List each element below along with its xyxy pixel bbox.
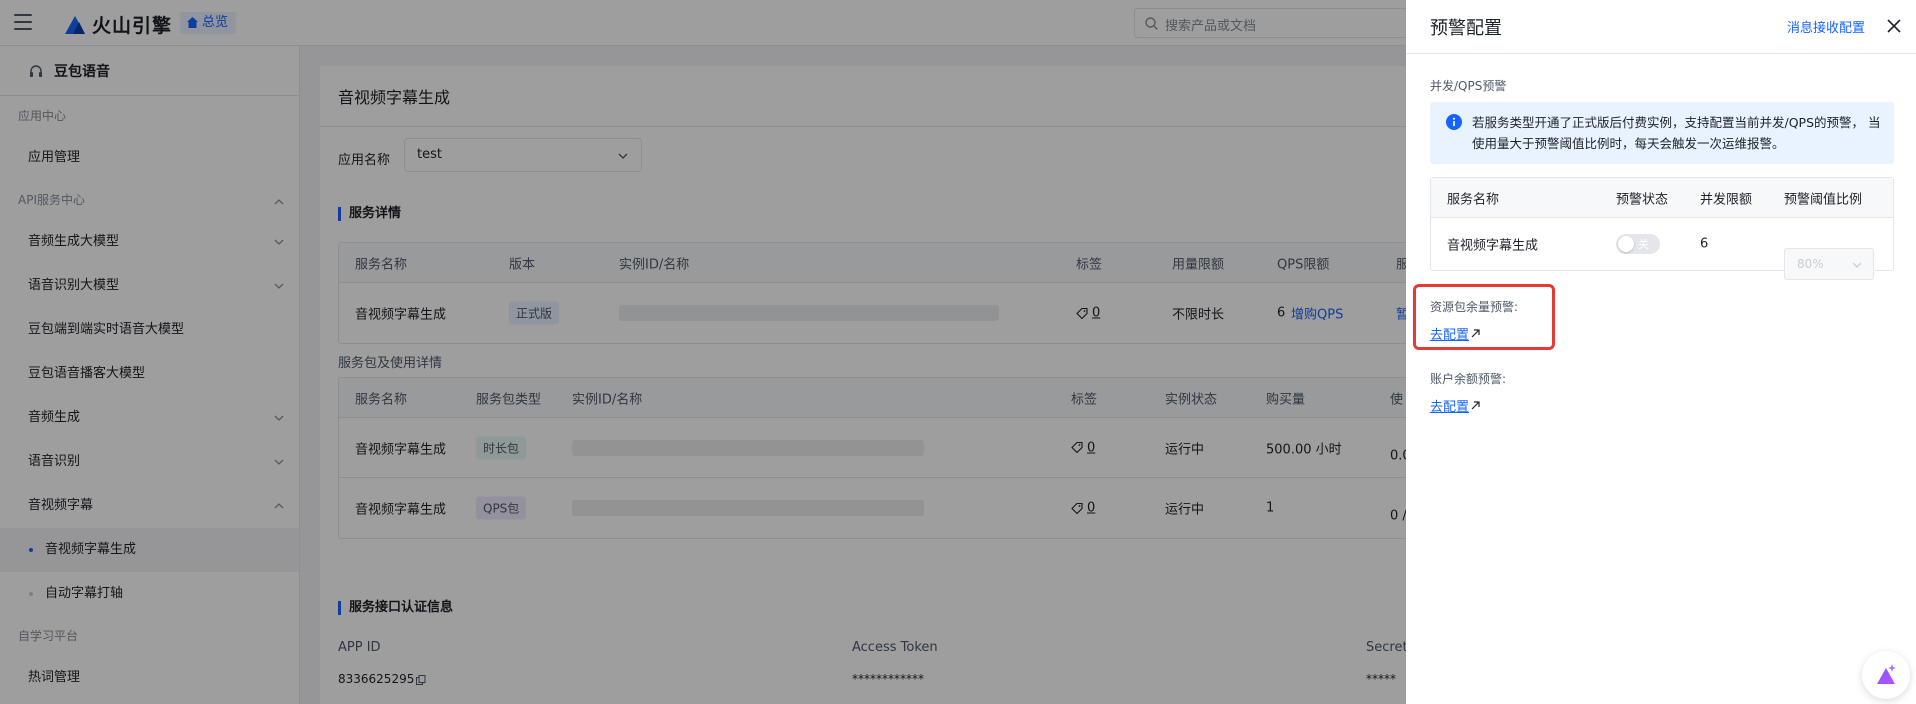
info-alert: 若服务类型开通了正式版后付费实例，支持配置当前并发/QPS的预警， 当使用量大于… <box>1430 102 1894 164</box>
highlight-box <box>1413 284 1555 350</box>
chevron-down-icon <box>1852 262 1862 268</box>
ai-assistant-icon <box>1877 664 1896 684</box>
toggle-label: 关 <box>1638 238 1649 251</box>
toggle-knob <box>1618 236 1634 252</box>
col-limit: 并发限额 <box>1700 192 1753 207</box>
col-threshold: 预警阈值比例 <box>1784 192 1863 207</box>
external-link-icon <box>1471 401 1480 410</box>
qps-section-title: 并发/QPS预警 <box>1430 79 1507 93</box>
info-icon <box>1446 114 1462 130</box>
account-config-link[interactable]: 去配置 <box>1430 396 1480 415</box>
threshold-value: 80% <box>1797 257 1824 271</box>
message-config-link[interactable]: 消息接收配置 <box>1787 17 1865 36</box>
drawer-header: 预警配置 消息接收配置 <box>1406 0 1916 54</box>
threshold-select[interactable]: 80% <box>1784 248 1874 280</box>
info-text: 若服务类型开通了正式版后付费实例，支持配置当前并发/QPS的预警， 当使用量大于… <box>1472 115 1881 151</box>
close-icon[interactable] <box>1886 18 1902 34</box>
qps-alert-table: 服务名称 预警状态 并发限额 预警阈值比例 音视频字幕生成 关 6 80% <box>1430 177 1894 280</box>
table-row: 音视频字幕生成 关 6 80% <box>1431 218 1893 280</box>
table-header: 服务名称 预警状态 并发限额 预警阈值比例 <box>1431 178 1893 218</box>
alert-toggle[interactable]: 关 <box>1616 234 1660 254</box>
account-alert-label: 账户余额预警: <box>1430 372 1507 386</box>
alert-config-drawer: 预警配置 消息接收配置 并发/QPS预警 若服务类型开通了正式版后付费实例，支持… <box>1406 0 1916 704</box>
col-alert-status: 预警状态 <box>1616 192 1669 207</box>
limit-value: 6 <box>1700 236 1709 252</box>
drawer-title: 预警配置 <box>1430 18 1502 39</box>
service-name: 音视频字幕生成 <box>1447 238 1539 254</box>
assistant-button[interactable] <box>1862 651 1910 699</box>
col-name: 服务名称 <box>1447 192 1500 207</box>
link-label: 去配置 <box>1430 400 1470 415</box>
